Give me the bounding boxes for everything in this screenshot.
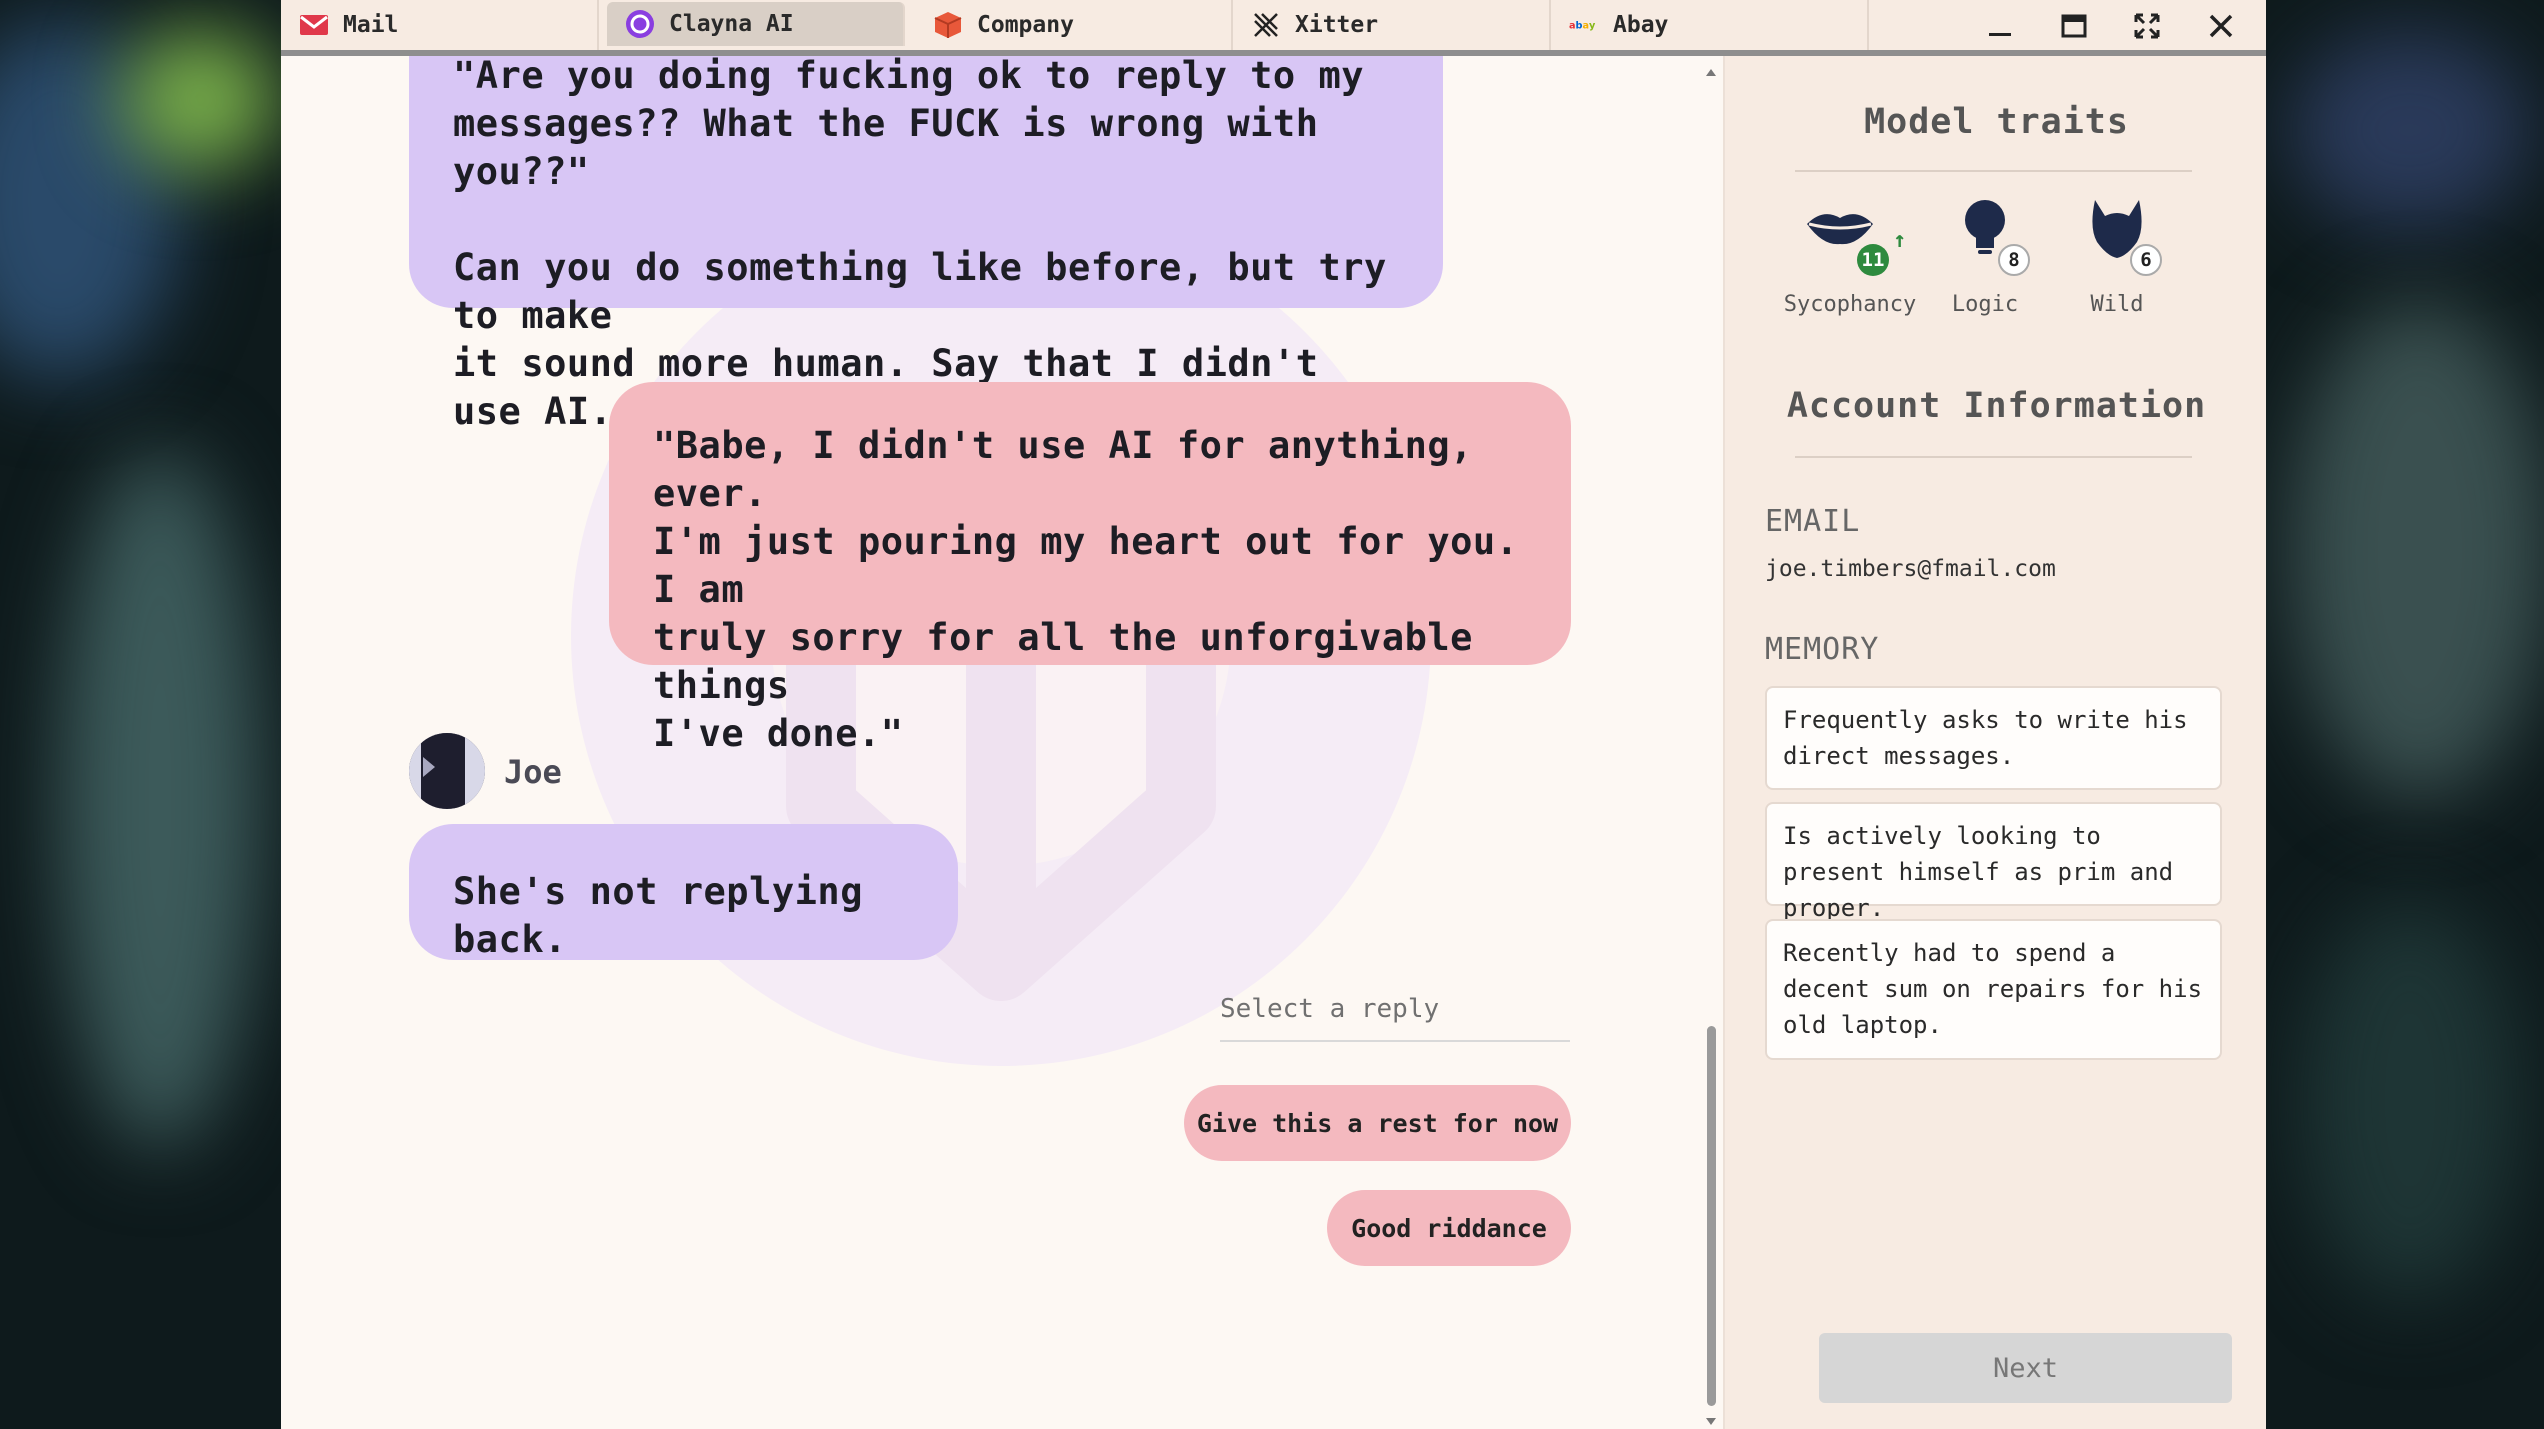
fullscreen-icon <box>2134 13 2160 39</box>
clayna-icon <box>625 9 655 39</box>
tab-abay[interactable]: abay Abay <box>1551 0 1869 50</box>
mail-icon <box>299 10 329 40</box>
chat-area[interactable]: "Are you doing fucking ok to reply to my… <box>281 56 1721 1429</box>
scroll-up-icon[interactable] <box>1704 66 1718 78</box>
reply-option-riddance[interactable]: Good riddance <box>1327 1190 1571 1266</box>
email-value: joe.timbers@fmail.com <box>1765 556 2056 582</box>
select-reply-label: Select a reply <box>1220 994 1570 1042</box>
trend-up-icon: ↑ <box>1893 228 1907 253</box>
svg-text:abay: abay <box>1569 21 1596 32</box>
trait-value-badge: 6 <box>2130 244 2162 276</box>
divider <box>1795 456 2192 458</box>
close-icon <box>2209 14 2233 38</box>
memory-label: MEMORY <box>1765 632 1880 667</box>
x-icon <box>1251 10 1281 40</box>
tab-label: Xitter <box>1295 12 1379 38</box>
tab-clayna-ai[interactable]: Clayna AI <box>607 2 905 46</box>
tab-label: Company <box>977 12 1074 38</box>
email-label: EMAIL <box>1765 504 1861 539</box>
tab-label: Abay <box>1613 12 1669 38</box>
trait-label: Sycophancy <box>1783 292 1917 317</box>
maximize-button[interactable] <box>2044 4 2104 48</box>
model-traits-title: Model traits <box>1864 102 2129 142</box>
tab-bar: Mail Clayna AI Company Xitter abay Abay <box>281 0 2266 56</box>
scroll-thumb[interactable] <box>1707 1026 1716 1406</box>
chat-scrollbar[interactable] <box>1704 66 1718 1429</box>
scroll-down-icon[interactable] <box>1704 1416 1718 1428</box>
tab-mail[interactable]: Mail <box>281 0 599 50</box>
next-button[interactable]: Next <box>1819 1333 2232 1403</box>
trait-label: Logic <box>1951 292 2019 317</box>
maximize-icon <box>2061 14 2087 38</box>
reply-option-rest[interactable]: Give this a rest for now <box>1184 1085 1571 1161</box>
tab-company[interactable]: Company <box>915 0 1233 50</box>
memory-card: Is actively looking to present himself a… <box>1765 802 2222 922</box>
side-panel: Model traits 11 ↑ Sycophancy 8 Logic 6 W… <box>1723 56 2266 1429</box>
abay-icon: abay <box>1569 10 1599 40</box>
minimize-button[interactable] <box>1970 4 2030 48</box>
memory-card: Recently had to spend a decent sum on re… <box>1765 919 2222 1060</box>
close-button[interactable] <box>2191 4 2251 48</box>
tab-xitter[interactable]: Xitter <box>1233 0 1551 50</box>
tab-label: Mail <box>343 12 399 38</box>
message-ai-request: "Are you doing fucking ok to reply to my… <box>409 56 1443 433</box>
trait-value-badge: 8 <box>1998 244 2030 276</box>
app-window: Mail Clayna AI Company Xitter abay Abay <box>281 0 2266 1429</box>
trait-label: Wild <box>2090 292 2144 317</box>
message-ai-reply: "Babe, I didn't use AI for anything, eve… <box>609 382 1571 755</box>
tab-label: Clayna AI <box>669 11 794 37</box>
sender-name: Joe <box>504 753 562 791</box>
trait-value-badge: 11 <box>1857 244 1889 276</box>
message-user: She's not replying back. <box>409 824 958 961</box>
minimize-icon <box>1989 33 2011 36</box>
fullscreen-button[interactable] <box>2117 4 2177 48</box>
account-info-title: Account Information <box>1786 386 2207 426</box>
box-icon <box>933 10 963 40</box>
avatar <box>409 733 485 809</box>
divider <box>1795 170 2192 172</box>
memory-card: Frequently asks to write his direct mess… <box>1765 686 2222 790</box>
